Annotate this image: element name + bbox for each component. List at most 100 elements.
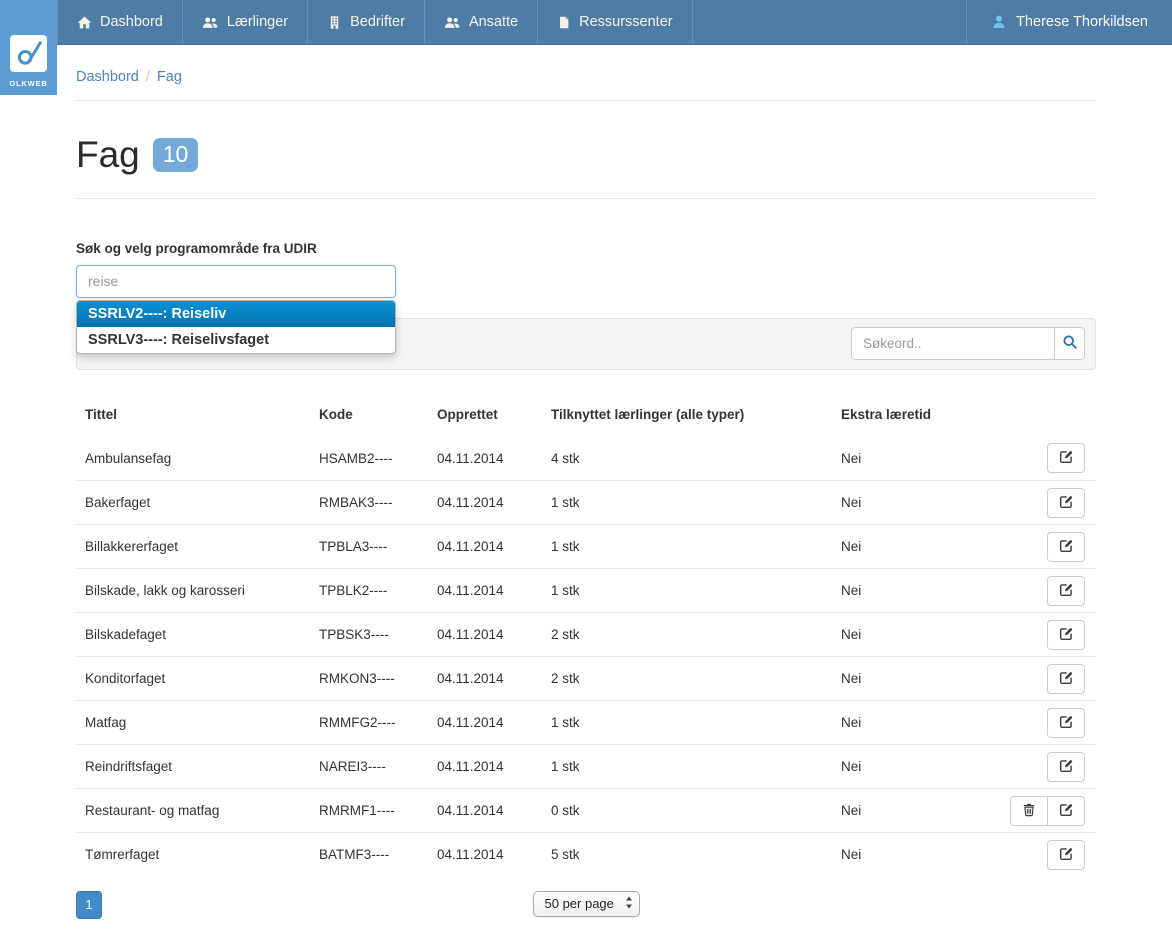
edit-button[interactable] <box>1047 752 1085 782</box>
cell-title: Bilskadefaget <box>76 613 319 657</box>
table-row: Konditorfaget RMKON3---- 04.11.2014 2 st… <box>76 657 1096 701</box>
edit-button[interactable] <box>1047 443 1085 473</box>
edit-icon <box>1059 538 1074 556</box>
cell-apprentices: 5 stk <box>551 833 841 877</box>
cell-actions <box>991 657 1096 701</box>
cell-apprentices: 2 stk <box>551 613 841 657</box>
search-button[interactable] <box>1054 327 1085 360</box>
cell-title: Ambulansefag <box>76 437 319 481</box>
cell-actions <box>991 481 1096 525</box>
row-actions <box>1047 664 1085 694</box>
table-row: Matfag RMMFG2---- 04.11.2014 1 stk Nei <box>76 701 1096 745</box>
keyword-search-input[interactable] <box>851 327 1054 360</box>
nav-item-dashbord[interactable]: Dashbord <box>57 0 183 44</box>
nav-item-label: Dashbord <box>100 14 163 30</box>
row-actions <box>1047 752 1085 782</box>
table-row: Ambulansefag HSAMB2---- 04.11.2014 4 stk… <box>76 437 1096 481</box>
per-page-select[interactable]: 50 per page <box>533 891 640 917</box>
cell-code: RMKON3---- <box>319 657 437 701</box>
cell-apprentices: 2 stk <box>551 657 841 701</box>
count-badge: 10 <box>153 138 199 172</box>
edit-icon <box>1059 670 1074 688</box>
row-actions <box>1047 708 1085 738</box>
row-actions <box>1047 620 1085 650</box>
header-tilknyttet: Tilknyttet lærlinger (alle typer) <box>551 407 841 437</box>
cell-apprentices: 1 stk <box>551 481 841 525</box>
table-row: Bilskadefaget TPBSK3---- 04.11.2014 2 st… <box>76 613 1096 657</box>
edit-icon <box>1059 846 1074 864</box>
edit-button[interactable] <box>1047 620 1085 650</box>
header-tittel: Tittel <box>76 407 319 437</box>
nav-item-laerlinger[interactable]: Lærlinger <box>183 0 308 44</box>
header-ekstra-laeretid: Ekstra læretid <box>841 407 991 437</box>
cell-extra-time: Nei <box>841 481 991 525</box>
top-navbar: Dashbord Lærlinger Bedrifter Ansatte Res… <box>0 0 1172 45</box>
cell-code: TPBSK3---- <box>319 613 437 657</box>
edit-icon <box>1059 758 1074 776</box>
table-header-row: Tittel Kode Opprettet Tilknyttet lærling… <box>76 407 1096 437</box>
udir-search-label: Søk og velg programområde fra UDIR <box>76 241 1096 256</box>
cell-actions <box>991 789 1096 833</box>
cell-created: 04.11.2014 <box>437 789 551 833</box>
cell-code: HSAMB2---- <box>319 437 437 481</box>
delete-button[interactable] <box>1010 796 1048 826</box>
pagination: 1 50 per page <box>76 891 1096 921</box>
user-menu[interactable]: Therese Thorkildsen <box>966 0 1172 44</box>
cell-created: 04.11.2014 <box>437 701 551 745</box>
users-icon <box>444 15 461 30</box>
edit-button[interactable] <box>1047 840 1085 870</box>
edit-button[interactable] <box>1047 532 1085 562</box>
edit-button[interactable] <box>1047 488 1085 518</box>
header-actions <box>991 407 1096 437</box>
cell-actions <box>991 437 1096 481</box>
suggestion-item[interactable]: SSRLV2----: Reiseliv <box>77 301 395 327</box>
table-row: Billakkererfaget TPBLA3---- 04.11.2014 1… <box>76 525 1096 569</box>
edit-button[interactable] <box>1047 576 1085 606</box>
cell-code: TPBLK2---- <box>319 569 437 613</box>
nav-item-ansatte[interactable]: Ansatte <box>425 0 538 44</box>
breadcrumb-separator: / <box>139 69 157 85</box>
page-title-text: Fag <box>76 134 140 177</box>
cell-title: Reindriftsfaget <box>76 745 319 789</box>
breadcrumb-dashbord[interactable]: Dashbord <box>76 69 139 85</box>
trash-icon <box>1022 802 1036 820</box>
user-name: Therese Thorkildsen <box>1016 14 1148 30</box>
nav-item-label: Lærlinger <box>227 14 288 30</box>
building-icon <box>327 15 342 30</box>
cell-code: NAREI3---- <box>319 745 437 789</box>
keyword-search-group <box>851 327 1085 360</box>
page-1-button[interactable]: 1 <box>76 891 102 919</box>
edit-button[interactable] <box>1047 796 1085 826</box>
cell-extra-time: Nei <box>841 569 991 613</box>
cell-created: 04.11.2014 <box>437 833 551 877</box>
cell-apprentices: 4 stk <box>551 437 841 481</box>
nav-item-label: Bedrifter <box>350 14 405 30</box>
cell-actions <box>991 525 1096 569</box>
suggestion-item[interactable]: SSRLV3----: Reiselivsfaget <box>77 327 395 353</box>
olkweb-logo-icon <box>10 35 47 72</box>
home-icon <box>77 15 92 30</box>
nav-item-label: Ansatte <box>469 14 518 30</box>
row-actions <box>1047 488 1085 518</box>
edit-button[interactable] <box>1047 664 1085 694</box>
edit-button[interactable] <box>1047 708 1085 738</box>
app-logo[interactable]: OLKWEB <box>0 0 57 95</box>
udir-search-input[interactable] <box>76 265 396 298</box>
cell-apprentices: 1 stk <box>551 569 841 613</box>
table-row: Reindriftsfaget NAREI3---- 04.11.2014 1 … <box>76 745 1096 789</box>
cell-code: RMMFG2---- <box>319 701 437 745</box>
cell-actions <box>991 745 1096 789</box>
table-row: Restaurant- og matfag RMRMF1---- 04.11.2… <box>76 789 1096 833</box>
cell-title: Billakkererfaget <box>76 525 319 569</box>
cell-code: RMBAK3---- <box>319 481 437 525</box>
cell-extra-time: Nei <box>841 789 991 833</box>
nav-item-bedrifter[interactable]: Bedrifter <box>308 0 425 44</box>
per-page-label: 50 per page <box>545 896 614 911</box>
cell-title: Konditorfaget <box>76 657 319 701</box>
edit-icon <box>1059 714 1074 732</box>
logo-wordmark: OLKWEB <box>9 79 47 88</box>
nav-item-ressurssenter[interactable]: Ressurssenter <box>538 0 692 44</box>
cell-actions <box>991 833 1096 877</box>
cell-created: 04.11.2014 <box>437 657 551 701</box>
cell-apprentices: 1 stk <box>551 701 841 745</box>
